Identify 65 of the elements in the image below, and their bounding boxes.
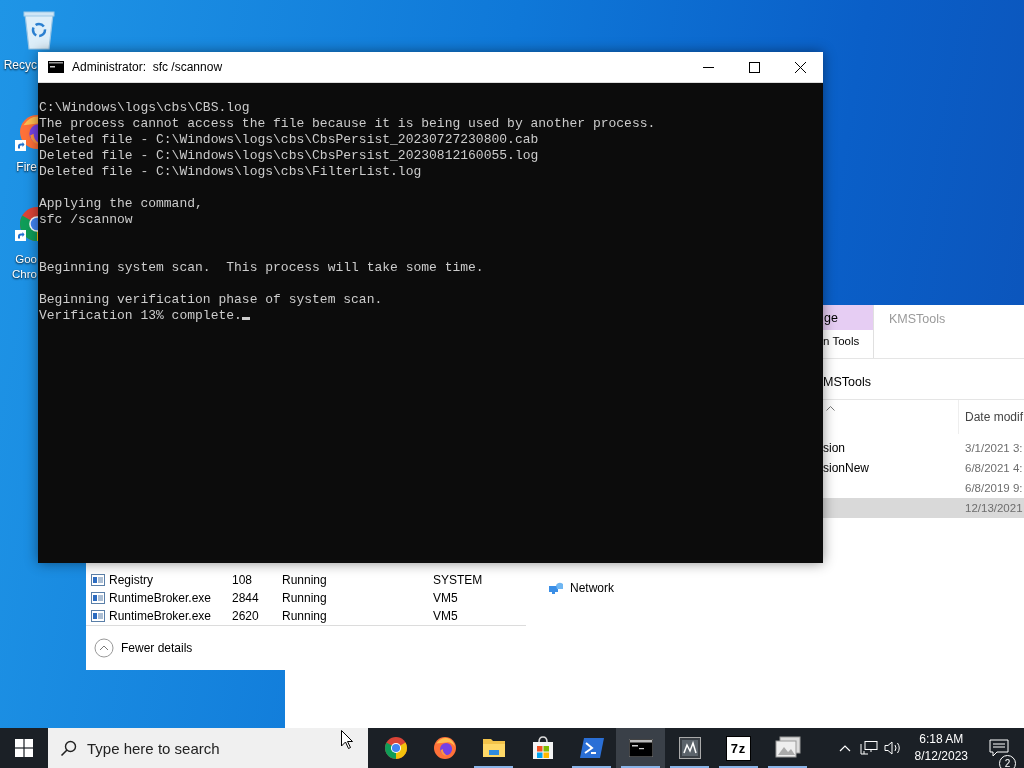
recycle-bin-icon[interactable]	[20, 8, 58, 50]
process-pid: 2844	[232, 591, 260, 605]
notification-icon[interactable]	[989, 739, 1009, 757]
process-name: RuntimeBroker.exe	[108, 609, 213, 623]
desktop-icon-label: Fire	[15, 160, 37, 175]
date-modified: 3/1/2021 3:	[964, 442, 1023, 454]
process-user: SYSTEM	[433, 573, 483, 587]
ribbon-group-label: n Tools	[823, 334, 861, 349]
search-icon	[60, 739, 77, 757]
process-icon	[91, 592, 105, 604]
file-name: sionNew	[823, 461, 870, 475]
date-modified: 6/8/2019 9:	[964, 482, 1023, 494]
search-input[interactable]: Type here to search	[87, 739, 337, 757]
file-row[interactable]: 6/8/2019 9:	[823, 478, 1024, 498]
image-stack-icon[interactable]	[773, 736, 802, 760]
file-row[interactable]: 12/13/2021	[823, 498, 1024, 518]
taskbar-button[interactable]: 7z	[714, 728, 763, 768]
firefox-icon[interactable]	[432, 736, 457, 760]
date-modified: 6/8/2021 4:	[964, 462, 1023, 474]
process-icon	[91, 574, 105, 586]
clock-date[interactable]: 8/12/2023	[914, 748, 968, 765]
network-icon[interactable]	[859, 740, 878, 756]
close-icon	[794, 61, 806, 73]
desktop-icon-label: Recyc	[2, 58, 37, 73]
sort-caret-icon	[826, 405, 835, 411]
speaker-icon[interactable]	[883, 740, 902, 756]
process-user: VM5	[433, 609, 458, 623]
process-user: VM5	[433, 591, 458, 605]
monitor-icon[interactable]	[678, 737, 701, 759]
mouse-pointer-icon	[341, 730, 353, 749]
date-modified: 12/13/2021	[964, 502, 1023, 514]
powershell-icon[interactable]	[578, 737, 605, 759]
nav-item[interactable]: Network	[570, 581, 614, 595]
desktop-icon-label: Goo Chro	[11, 252, 37, 282]
notification-badge: 2	[999, 755, 1016, 768]
process-status: Running	[282, 609, 328, 623]
folder-icon[interactable]	[481, 737, 506, 759]
file-row[interactable]: sion 3/1/2021 3:	[823, 438, 1024, 458]
window-title: Administrator: sfc /scannow	[72, 60, 224, 74]
clock-time[interactable]: 6:18 AM	[919, 731, 964, 748]
maximize-icon	[748, 61, 760, 73]
network-icon	[548, 580, 564, 596]
process-name: Registry	[108, 573, 154, 587]
file-name: sion	[823, 441, 845, 455]
window-title: KMSTools	[889, 312, 946, 328]
search-bar[interactable]: Type here to search	[48, 728, 368, 768]
file-row[interactable]: sionNew 6/8/2021 4:	[823, 458, 1024, 478]
process-pid: 2620	[232, 609, 260, 623]
fewer-details-link[interactable]: Fewer details	[121, 640, 193, 655]
ribbon-tab[interactable]: ge	[823, 305, 873, 330]
column-header[interactable]: Date modif	[958, 400, 1024, 434]
process-status: Running	[282, 591, 328, 605]
windows-logo-icon	[15, 739, 33, 757]
process-pid: 108	[232, 573, 254, 587]
process-icon	[91, 610, 105, 622]
console-icon	[48, 61, 64, 73]
shopping-bag-icon[interactable]	[530, 736, 555, 760]
console-icon[interactable]	[628, 739, 653, 757]
taskbar-button[interactable]	[616, 728, 665, 768]
process-name: RuntimeBroker.exe	[108, 591, 213, 605]
chrome-icon[interactable]	[383, 736, 408, 760]
address-bar-text: MSTools	[823, 375, 871, 389]
process-status: Running	[282, 573, 328, 587]
archive-logo[interactable]: 7z	[726, 736, 751, 760]
console-output: C:\Windows\logs\cbs\CBS.log The process cannot access the file because it is being used by another process. Deleted file - C:\Windows\logs\cbs\CbsPersist_20230727230800.cab Deleted file - C:\Windows\logs\cbs\CbsPersist_20230812160055.log Deleted file - C:\Windows\logs\cbs\FilterList.log Applying the command, sfc /scannow Beginning system scan. This process will take some time. Beginning verification phase of system scan. Verification 13% complete.	[39, 100, 656, 323]
